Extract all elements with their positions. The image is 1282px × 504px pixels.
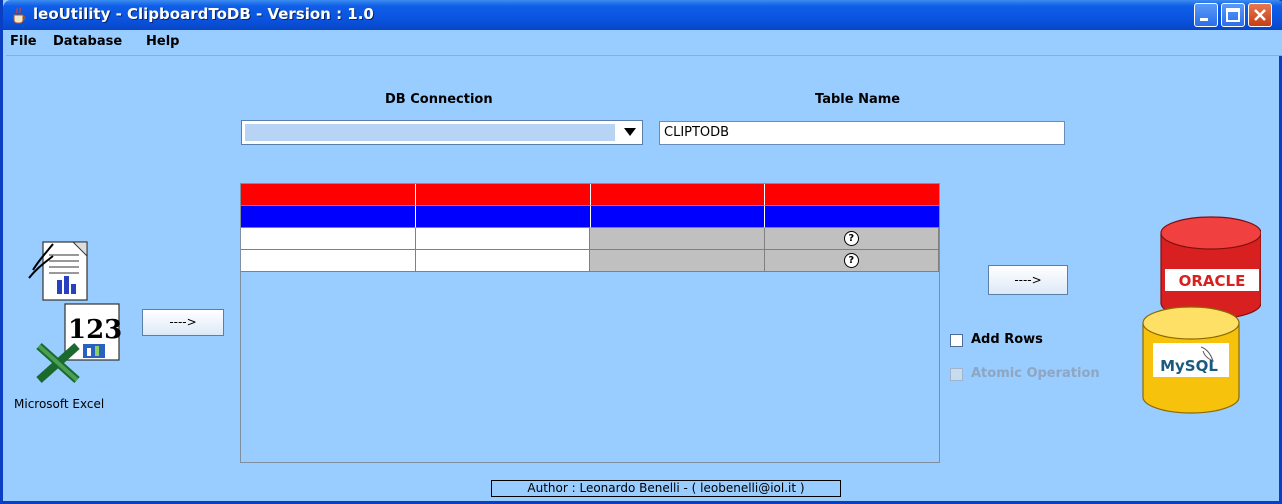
minimize-button[interactable]	[1194, 3, 1218, 27]
menu-file[interactable]: File	[10, 34, 37, 49]
grid-cell[interactable]	[590, 250, 765, 272]
import-clipboard-button[interactable]: ---->	[142, 309, 224, 336]
close-icon	[1254, 9, 1266, 21]
grid-cell[interactable]	[241, 250, 416, 272]
window-title: leoUtility - ClipboardToDB - Version : 1…	[33, 5, 374, 23]
excel-caption: Microsoft Excel	[14, 397, 105, 411]
table-row: ?	[241, 228, 939, 250]
author-footer: Author : Leonardo Benelli - ( leobenelli…	[491, 480, 841, 497]
mysql-logo-text: MySQL	[1160, 357, 1218, 375]
grid-cell[interactable]	[590, 184, 766, 206]
grid-cell[interactable]	[415, 250, 590, 272]
grid-cell[interactable]	[415, 184, 591, 206]
main-window: leoUtility - ClipboardToDB - Version : 1…	[0, 0, 1282, 504]
spreadsheet-123-text: 123	[68, 315, 122, 345]
grid-cell[interactable]	[241, 184, 416, 206]
db-connection-selected-value	[245, 124, 615, 141]
maximize-icon	[1226, 8, 1240, 22]
grid-cell[interactable]	[590, 228, 765, 250]
java-coffee-icon	[13, 7, 26, 24]
menu-help[interactable]: Help	[146, 34, 179, 49]
add-rows-checkbox[interactable]	[950, 334, 963, 347]
grid-header-row-red	[241, 184, 939, 206]
maximize-button[interactable]	[1221, 3, 1245, 27]
export-to-db-button[interactable]: ---->	[988, 265, 1068, 295]
minimize-icon	[1200, 18, 1208, 21]
grid-cell[interactable]	[241, 206, 416, 228]
grid-cell[interactable]	[765, 184, 939, 206]
grid-cell[interactable]	[241, 228, 416, 250]
atomic-operation-label[interactable]: Atomic Operation	[971, 366, 1100, 381]
menu-database[interactable]: Database	[53, 34, 122, 49]
grid-cell[interactable]: ?	[764, 228, 939, 250]
chevron-down-icon[interactable]	[624, 128, 636, 136]
oracle-logo-text: ORACLE	[1179, 272, 1246, 290]
db-connection-label: DB Connection	[385, 92, 493, 107]
menu-bar: File Database Help	[6, 30, 1282, 56]
grid-cell[interactable]: ?	[764, 250, 939, 272]
add-rows-label[interactable]: Add Rows	[971, 332, 1043, 347]
atomic-operation-checkbox[interactable]	[950, 368, 963, 381]
question-mark-icon: ?	[843, 231, 859, 246]
table-row: ?	[241, 250, 939, 272]
db-connection-select[interactable]	[241, 120, 643, 145]
grid-cell[interactable]	[590, 206, 766, 228]
question-mark-icon: ?	[843, 253, 859, 268]
table-name-input[interactable]: CLIPTODB	[659, 121, 1065, 145]
grid-cell[interactable]	[765, 206, 939, 228]
grid-cell[interactable]	[415, 228, 590, 250]
database-logos-icon: ORACLE MySQL	[1142, 216, 1261, 414]
grid-cell[interactable]	[415, 206, 591, 228]
data-grid[interactable]: ? ?	[240, 183, 940, 463]
excel-clipboard-icon: 123	[28, 241, 122, 383]
close-button[interactable]	[1248, 3, 1272, 27]
grid-header-row-blue	[241, 206, 939, 228]
title-bar[interactable]: leoUtility - ClipboardToDB - Version : 1…	[3, 0, 1282, 30]
table-name-label: Table Name	[815, 92, 901, 107]
